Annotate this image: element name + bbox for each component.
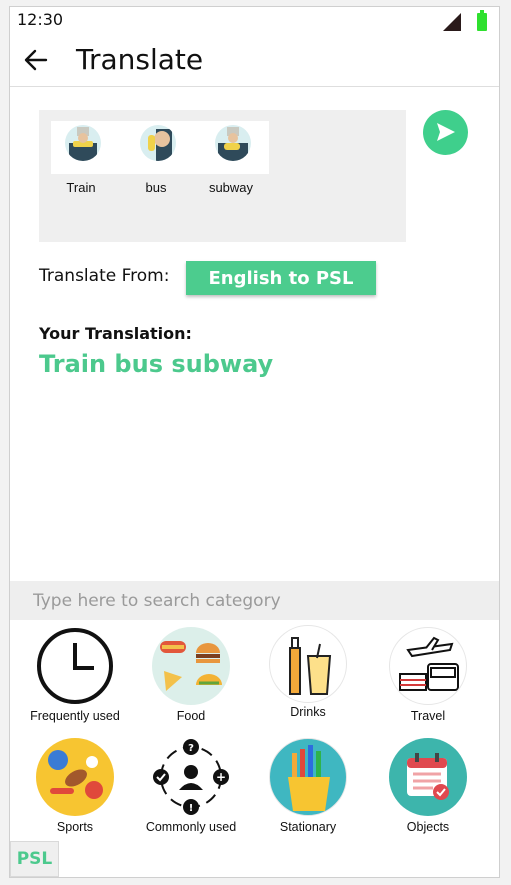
drinks-icon bbox=[269, 625, 347, 703]
category-label: Stationary bbox=[279, 820, 337, 834]
svg-text:+: + bbox=[216, 770, 226, 784]
sign-avatar bbox=[140, 125, 176, 161]
page-title: Translate bbox=[76, 43, 204, 76]
translation-result: Train bus subway bbox=[39, 350, 274, 378]
sports-icon bbox=[36, 738, 114, 816]
stationary-icon bbox=[269, 738, 347, 816]
send-button[interactable] bbox=[423, 110, 468, 155]
psl-tab-button[interactable]: PSL bbox=[10, 841, 59, 877]
category-sports[interactable]: Sports bbox=[20, 738, 130, 838]
food-icon bbox=[152, 627, 230, 705]
back-arrow-icon[interactable] bbox=[22, 46, 50, 74]
category-label: Travel bbox=[410, 709, 446, 723]
category-objects[interactable]: Objects bbox=[373, 738, 483, 838]
category-travel[interactable]: Travel bbox=[373, 627, 483, 727]
battery-icon bbox=[477, 10, 487, 31]
status-time: 12:30 bbox=[17, 10, 64, 29]
status-bar: 12:30 bbox=[10, 7, 499, 33]
svg-text:!: ! bbox=[189, 803, 194, 814]
category-stationary[interactable]: Stationary bbox=[253, 738, 363, 838]
svg-text:?: ? bbox=[188, 743, 194, 754]
sign-strip: Train bus subway bbox=[51, 121, 269, 195]
sign-label: Train bbox=[66, 180, 96, 195]
category-label: Frequently used bbox=[30, 709, 120, 723]
translate-from-label: Translate From: bbox=[39, 266, 170, 286]
category-label: Commonly used bbox=[145, 820, 237, 834]
clock-icon bbox=[36, 627, 114, 705]
travel-icon bbox=[389, 627, 467, 705]
category-label: Drinks bbox=[290, 705, 326, 719]
sign-avatar bbox=[215, 125, 251, 161]
phone-screen: 12:30 Translate Train bus subway Transla… bbox=[9, 6, 500, 878]
category-label: Objects bbox=[406, 820, 450, 834]
sign-item-bus[interactable]: bus bbox=[133, 125, 183, 195]
category-commonly-used[interactable]: ? + ! Commonly used bbox=[136, 738, 246, 838]
category-label: Food bbox=[176, 709, 206, 723]
category-label: Sports bbox=[56, 820, 94, 834]
category-food[interactable]: Food bbox=[136, 627, 246, 727]
signal-icon bbox=[443, 13, 461, 31]
app-bar: Translate bbox=[10, 33, 499, 87]
sign-item-subway[interactable]: subway bbox=[208, 125, 258, 195]
your-translation-label: Your Translation: bbox=[39, 324, 192, 343]
sign-avatar bbox=[65, 125, 101, 161]
language-direction-button[interactable]: English to PSL bbox=[186, 261, 376, 295]
category-search-input[interactable] bbox=[10, 581, 499, 620]
category-drinks[interactable]: Drinks bbox=[253, 625, 363, 725]
send-icon bbox=[437, 123, 455, 141]
sign-label: subway bbox=[208, 180, 254, 195]
category-frequently-used[interactable]: Frequently used bbox=[20, 627, 130, 727]
sign-item-train[interactable]: Train bbox=[58, 125, 108, 195]
sign-sequence-panel: Train bus subway bbox=[39, 110, 406, 242]
calendar-icon bbox=[389, 738, 467, 816]
sign-label: bus bbox=[145, 180, 167, 195]
person-actions-icon: ? + ! bbox=[152, 738, 230, 816]
